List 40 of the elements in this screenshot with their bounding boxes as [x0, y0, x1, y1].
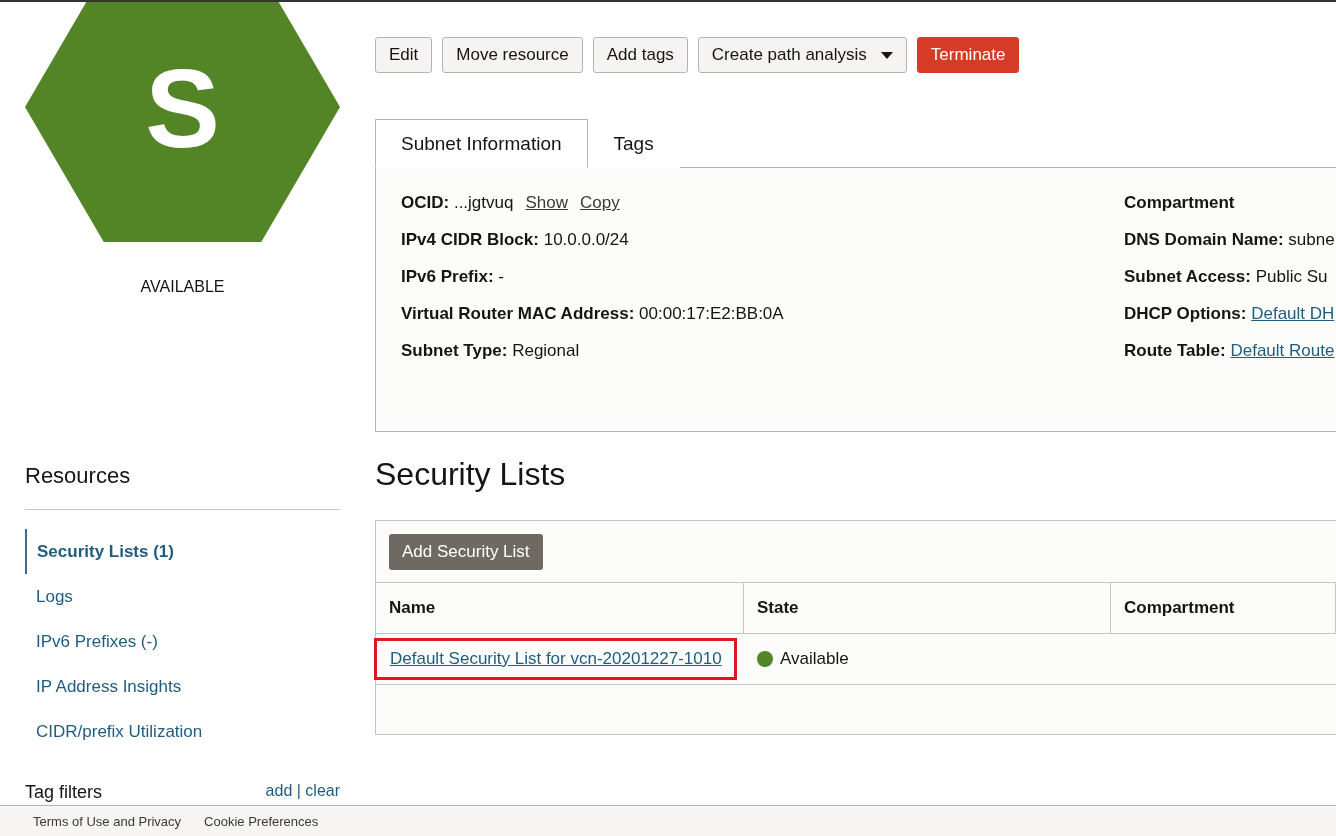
state-text: Available — [780, 649, 849, 669]
detail-link[interactable]: Default DH — [1251, 304, 1335, 323]
detail-line: Subnet Type: Regional — [401, 341, 581, 360]
menu-button[interactable]: Create path analysis — [697, 37, 907, 73]
detail-line: Compartment — [1124, 193, 1236, 212]
sidebar-item[interactable]: IP Address Insights — [25, 664, 186, 709]
security-list-link[interactable]: Default Security List for vcn-20201227-1010 — [390, 649, 722, 668]
sidebar-item[interactable]: CIDR/prefix Utilization — [25, 709, 207, 754]
sidebar-item[interactable]: IPv6 Prefixes (-) — [25, 619, 162, 664]
detail-line: DNS Domain Name: subne — [1124, 230, 1336, 249]
action-button[interactable]: Add tags — [592, 37, 688, 73]
badge-letter: S — [145, 53, 220, 165]
sidebar-title: Resources — [25, 463, 340, 510]
column-header: Name — [376, 582, 744, 634]
detail-line: DHCP Options: Default DH — [1124, 304, 1336, 323]
tag-filter-links[interactable]: add | clear — [265, 782, 340, 803]
action-button[interactable]: Move resource — [442, 37, 583, 73]
column-header: Compartment — [1111, 582, 1336, 634]
sidebar-item[interactable]: Logs — [25, 574, 77, 619]
detail-link[interactable]: Copy — [580, 193, 620, 212]
detail-link[interactable]: Show — [525, 193, 568, 212]
caret-icon — [880, 51, 893, 59]
detail-line: IPv6 Prefix: - — [401, 267, 505, 286]
terminate-button[interactable]: Terminate — [916, 37, 1020, 73]
tab[interactable]: Subnet Information — [375, 119, 588, 168]
detail-line: Virtual Router MAC Address: 00:00:17:E2:BB:0A — [401, 304, 784, 323]
column-header: State — [744, 582, 1111, 634]
sidebar-item[interactable]: Security Lists (1) — [25, 529, 178, 574]
action-button[interactable]: Edit — [375, 37, 433, 73]
tag-filters-title: Tag filters — [25, 782, 103, 803]
detail-line: IPv4 CIDR Block: 10.0.0.0/24 — [401, 230, 630, 249]
detail-link[interactable]: Default Route — [1230, 341, 1335, 360]
add-security-list-button[interactable]: Add Security List — [389, 534, 543, 570]
footer-link[interactable]: Terms of Use and Privacy — [33, 813, 182, 829]
footer-link[interactable]: Cookie Preferences — [204, 813, 319, 829]
detail-line: Route Table: Default Route — [1124, 341, 1336, 360]
resource-state: AVAILABLE — [140, 278, 225, 296]
detail-line: OCID: ...jgtvuq Show Copy — [401, 193, 621, 212]
detail-line: Subnet Access: Public Su — [1124, 267, 1329, 286]
section-title: Security Lists — [375, 456, 567, 493]
